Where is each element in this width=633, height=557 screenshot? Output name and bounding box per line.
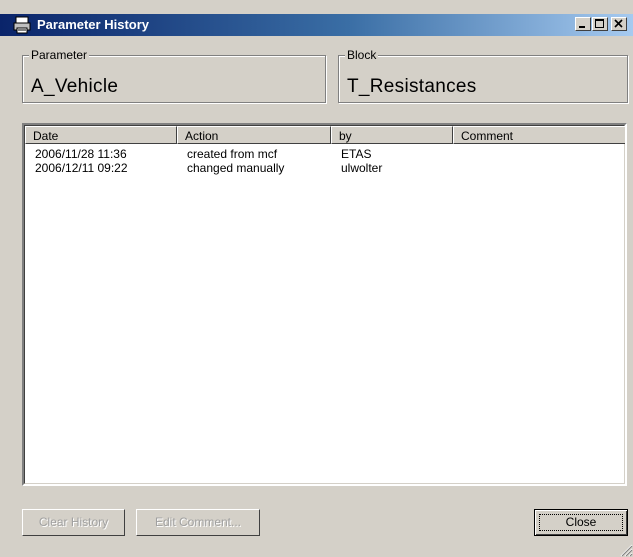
close-window-button[interactable]: [611, 17, 627, 31]
cell-by: ulwolter: [341, 161, 383, 175]
parameter-value: A_Vehicle: [31, 76, 119, 97]
close-icon: [614, 19, 623, 28]
history-list-header: Date Action by Comment: [25, 126, 625, 144]
parameter-label: Parameter: [29, 48, 90, 62]
maximize-button[interactable]: [592, 17, 608, 31]
parameter-history-window: Parameter History Parameter A_Vehicle Bl…: [0, 0, 633, 557]
block-label: Block: [345, 48, 379, 62]
parameter-group: Parameter A_Vehicle: [22, 48, 326, 103]
history-list[interactable]: Date Action by Comment 2006/11/28 11:36 …: [22, 123, 627, 486]
minimize-icon: [579, 26, 585, 28]
minimize-button[interactable]: [575, 17, 591, 31]
resize-grip-icon[interactable]: [619, 543, 633, 557]
column-header-date[interactable]: Date: [25, 126, 177, 144]
cell-date: 2006/11/28 11:36: [35, 147, 127, 161]
edit-comment-button[interactable]: Edit Comment...: [136, 509, 260, 536]
window-title: Parameter History: [37, 17, 149, 32]
column-header-comment[interactable]: Comment: [453, 126, 625, 144]
block-value: T_Resistances: [347, 76, 477, 97]
cell-action: created from mcf: [187, 147, 278, 161]
column-header-action[interactable]: Action: [177, 126, 331, 144]
focus-rect: [539, 514, 623, 531]
cell-action: changed manually: [187, 161, 285, 175]
cell-by: ETAS: [341, 147, 372, 161]
cell-date: 2006/12/11 09:22: [35, 161, 128, 175]
title-bar[interactable]: Parameter History: [0, 14, 633, 36]
block-group: Block T_Resistances: [338, 48, 628, 103]
maximize-icon: [595, 19, 604, 28]
column-header-by[interactable]: by: [331, 126, 453, 144]
printer-icon: [13, 16, 31, 34]
clear-history-button[interactable]: Clear History: [22, 509, 125, 536]
close-button[interactable]: Close: [534, 509, 628, 536]
